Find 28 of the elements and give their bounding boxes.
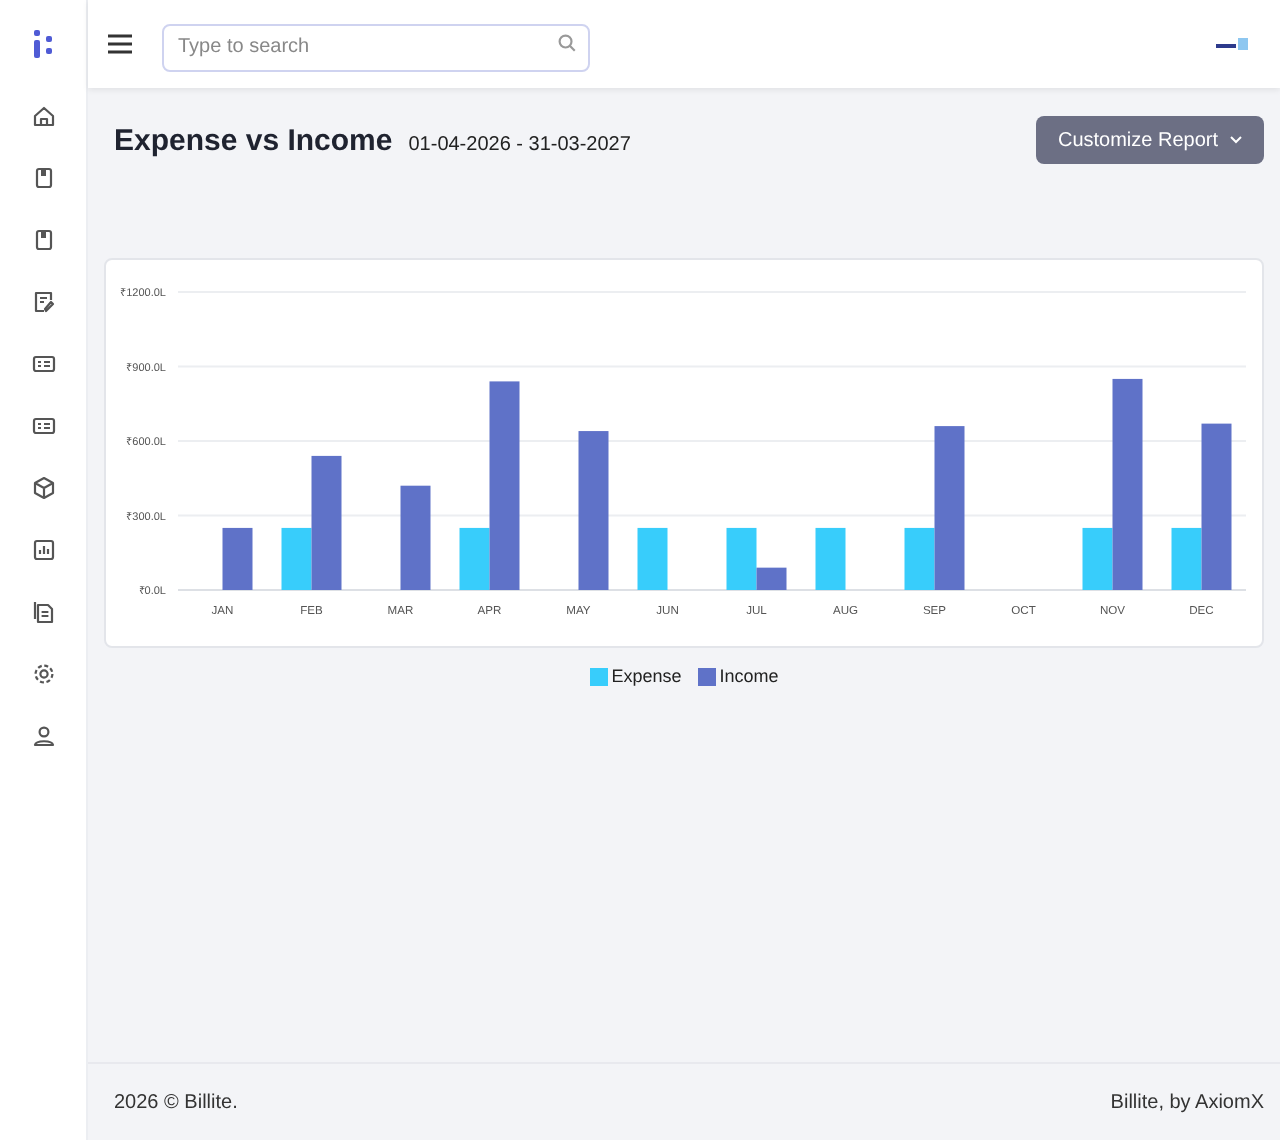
home-icon[interactable] [31, 104, 55, 128]
note-edit-icon[interactable] [31, 290, 55, 314]
card-icon[interactable] [31, 414, 55, 438]
copyright-text: 2026 © Billite. [114, 1089, 238, 1117]
search-icon[interactable] [558, 34, 576, 52]
bar-chart-icon[interactable] [31, 538, 55, 562]
search-field[interactable]: Type to search [162, 23, 590, 71]
book-icon[interactable] [31, 166, 55, 190]
brand-logo-icon [1216, 36, 1248, 52]
caret-icon [1230, 136, 1242, 145]
bar [637, 526, 668, 589]
page-title: Expense vs Income [114, 122, 393, 162]
user-icon[interactable] [31, 724, 55, 748]
customize-report-button[interactable]: Customize Report [1035, 116, 1264, 165]
card-icon[interactable] [31, 352, 55, 376]
legend-label: Expense [611, 663, 682, 690]
bar [222, 526, 253, 589]
menu-icon[interactable] [108, 34, 132, 54]
settings-icon[interactable] [31, 662, 55, 686]
book-icon[interactable] [31, 228, 55, 252]
credit-text: Billite, by AxiomX [1110, 1089, 1264, 1117]
logo-icon [33, 30, 53, 58]
document-icon[interactable] [31, 600, 55, 624]
box-icon[interactable] [31, 476, 55, 500]
bar [400, 484, 431, 589]
date-range: 01-04-2026 - 31-03-2027 [408, 132, 631, 160]
legend-label: Income [719, 663, 779, 689]
bar [815, 526, 846, 589]
